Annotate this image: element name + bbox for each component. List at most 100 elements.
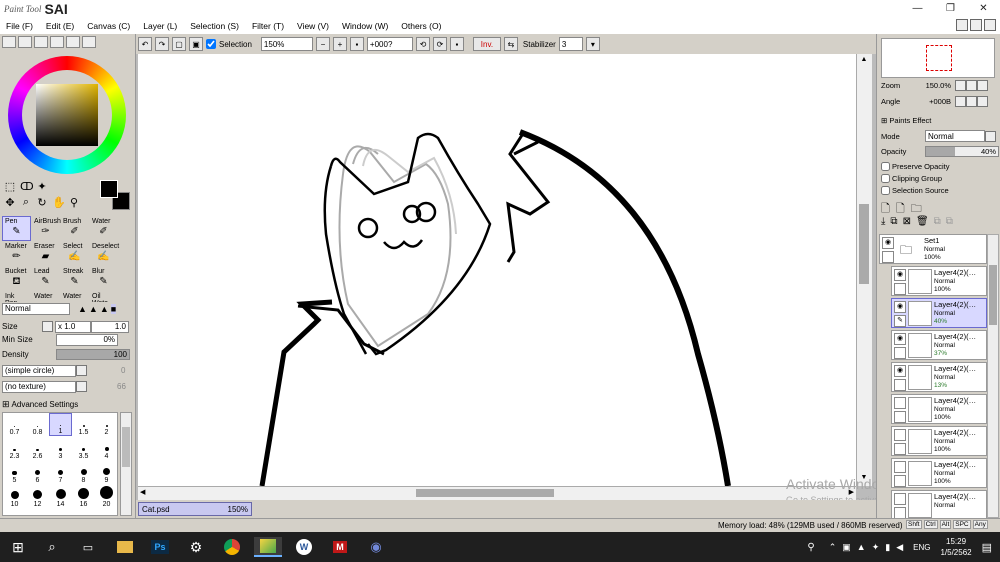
brush-size-cell[interactable]: 20 — [95, 485, 118, 508]
brush-shape-4-icon[interactable]: ■ — [110, 303, 117, 314]
tool-bucket[interactable]: Bucket ⛾ — [2, 266, 31, 291]
document-tab[interactable]: Cat.psd 150% — [138, 502, 252, 516]
merge-down-icon[interactable]: ⤓ — [881, 216, 885, 227]
tray-app-2-icon[interactable]: ▲ — [857, 542, 866, 552]
layer-eye-icon[interactable] — [894, 461, 906, 473]
hand-icon[interactable]: ✋ — [52, 196, 66, 209]
minsize-slider[interactable]: 0% — [56, 333, 118, 346]
language-indicator[interactable]: ENG — [913, 543, 930, 552]
brush-size-cell[interactable]: 2.6 — [26, 437, 49, 460]
layer-opacity-slider[interactable]: 40% — [925, 146, 999, 157]
layer-lock-icon[interactable] — [894, 379, 906, 391]
brush-size-cell[interactable]: 2 — [95, 413, 118, 436]
brush-size-cell[interactable]: 3.5 — [72, 437, 95, 460]
clipping-group-checkbox[interactable] — [881, 174, 890, 183]
layer-list-scrollbar[interactable] — [987, 234, 999, 518]
selection-checkbox[interactable] — [206, 39, 216, 49]
stabilizer-dropdown-icon[interactable]: ▾ — [585, 37, 600, 51]
people-icon[interactable]: ⚲ — [807, 542, 814, 553]
set-eye-icon[interactable]: ◉ — [882, 237, 894, 249]
layer-lock-icon[interactable] — [894, 411, 906, 423]
minimize-button[interactable]: — — [901, 0, 934, 17]
zoom-field[interactable]: 150% — [260, 37, 313, 51]
layer-eye-icon[interactable]: ◉ — [894, 333, 906, 345]
layer-row[interactable]: Layer4(2)(… Normal 100% — [891, 458, 987, 488]
discord-icon[interactable]: ◉ — [366, 537, 386, 557]
layer-row[interactable]: Layer4(2)(… Normal — [891, 490, 987, 520]
menu-selection[interactable]: Selection (S) — [190, 21, 239, 31]
brush-size-cell[interactable]: 0.8 — [26, 413, 49, 436]
color-wheel[interactable] — [8, 56, 126, 174]
scratchpad-tab-icon[interactable] — [82, 36, 96, 48]
layer-row[interactable]: Layer4(2)(… Normal 100% — [891, 394, 987, 424]
taskbar-clock[interactable]: 15:29 1/5/2562 — [940, 536, 971, 558]
tool-water[interactable]: Water ✐ — [89, 216, 118, 241]
rotate-right-icon[interactable]: ⟳ — [432, 37, 447, 51]
invert-selection-icon[interactable]: ▣ — [189, 37, 203, 51]
rotate-left-icon[interactable]: ⟲ — [415, 37, 430, 51]
tool-marker[interactable]: Marker ✏ — [2, 241, 31, 266]
nav-zoom-reset-icon[interactable] — [977, 80, 988, 91]
brush-mode-select[interactable]: Normal — [2, 302, 70, 315]
move-icon[interactable]: ✥ — [4, 196, 16, 209]
tool-select[interactable]: Select ✍ — [60, 241, 89, 266]
tool-blur[interactable]: Blur ✎ — [89, 266, 118, 291]
nav-angle-value[interactable]: +000B — [921, 97, 951, 106]
redo-icon[interactable]: ↷ — [155, 37, 169, 51]
layer-row[interactable]: ◉ Layer4(2)(… Normal 37% — [891, 330, 987, 360]
nav-rotate-reset-icon[interactable] — [977, 96, 988, 107]
menu-edit[interactable]: Edit (E) — [46, 21, 74, 31]
swatches-tab-icon[interactable] — [66, 36, 80, 48]
eyedropper-icon[interactable]: ⚲ — [68, 196, 80, 209]
selection-source-checkbox[interactable] — [881, 186, 890, 195]
brush-texture-select[interactable]: (no texture) — [2, 380, 76, 393]
layer-eye-icon[interactable]: ◉ — [894, 365, 906, 377]
size-mult-dropdown-icon[interactable] — [42, 321, 53, 332]
word-icon[interactable]: W — [294, 537, 314, 557]
clear-layer-icon[interactable]: ⊠ — [903, 216, 911, 227]
menu-filter[interactable]: Filter (T) — [252, 21, 284, 31]
magic-wand-icon[interactable]: ✦ — [36, 180, 48, 193]
delete-layer-icon[interactable]: 🗑 — [916, 216, 929, 227]
layer-lock-icon[interactable] — [894, 283, 906, 295]
zoom-tool-icon[interactable]: ⌕ — [20, 196, 32, 209]
brush-size-cell[interactable]: 8 — [72, 461, 95, 484]
layer-lock-icon[interactable] — [894, 347, 906, 359]
copy-layer-icon[interactable]: ⧉ — [890, 216, 897, 227]
windows-start-icon[interactable]: ⊞ — [8, 537, 28, 557]
tool-brush[interactable]: Brush ✐ — [60, 216, 89, 241]
photoshop-icon[interactable]: Ps — [150, 537, 170, 557]
invert-view-button[interactable]: Inv. — [472, 37, 501, 51]
layer-lock-icon[interactable] — [894, 475, 906, 487]
scroll-thumb[interactable] — [859, 204, 869, 284]
search-icon[interactable]: ⌕ — [42, 537, 62, 557]
zoom-in-icon[interactable]: + — [332, 37, 347, 51]
layer-mode-dropdown-icon[interactable] — [985, 130, 996, 142]
menu-view[interactable]: View (V) — [297, 21, 329, 31]
brush-shape-1-icon[interactable]: ▲ — [78, 304, 87, 314]
close-button[interactable]: ✕ — [967, 0, 1000, 17]
layer-eye-icon[interactable] — [894, 397, 906, 409]
layer-mode-select[interactable]: Normal — [925, 130, 985, 142]
brush-grid-scrollbar[interactable] — [120, 412, 132, 516]
layer-lock-icon[interactable] — [894, 443, 906, 455]
saturation-value-square[interactable] — [36, 84, 98, 146]
navigator-preview[interactable] — [881, 38, 995, 78]
canvas-vertical-scrollbar[interactable]: ▲ ▼ — [856, 54, 872, 486]
brush-size-cell[interactable]: 5 — [3, 461, 26, 484]
size-multiplier[interactable]: x 1.0 — [55, 320, 91, 333]
steam-icon[interactable]: ⚙ — [186, 537, 206, 557]
zoom-out-icon[interactable]: − — [315, 37, 330, 51]
mdi-restore-icon[interactable] — [970, 19, 982, 31]
menu-layer[interactable]: Layer (L) — [143, 21, 177, 31]
paints-effect-toggle-icon[interactable]: ⊞ — [881, 116, 887, 125]
rgb-slider-tab-icon[interactable] — [18, 36, 32, 48]
advanced-settings-toggle-icon[interactable]: ⊞ — [2, 399, 10, 410]
undo-icon[interactable]: ↶ — [138, 37, 152, 51]
scroll-up-icon[interactable]: ▲ — [859, 56, 869, 66]
file-explorer-icon[interactable] — [115, 537, 135, 557]
brush-size-cell[interactable]: 14 — [49, 485, 72, 508]
hscroll-thumb[interactable] — [416, 489, 554, 497]
brush-size-cell[interactable]: 4 — [95, 437, 118, 460]
layer-eye-icon[interactable]: ◉ — [894, 301, 906, 313]
